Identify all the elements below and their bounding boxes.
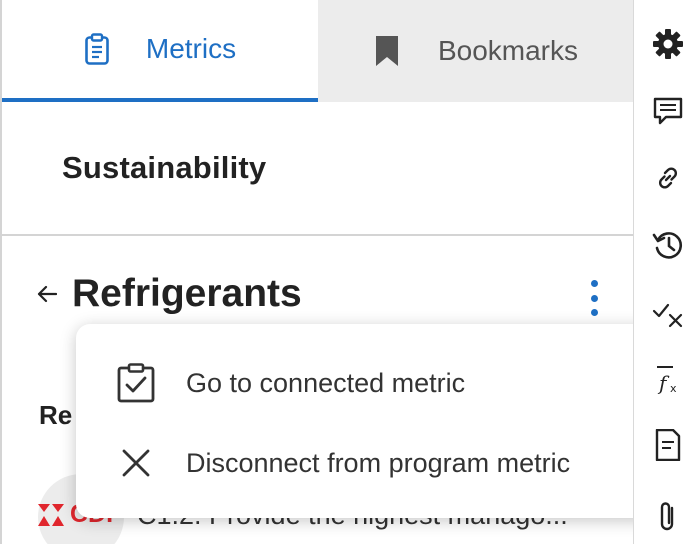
context-menu: Go to connected metric Disconnect from p… (76, 324, 633, 518)
back-arrow-icon[interactable] (34, 281, 60, 307)
link-icon[interactable] (651, 161, 685, 195)
menu-item-label: Disconnect from program metric (186, 447, 571, 478)
svg-text:f: f (657, 371, 670, 395)
right-toolbar: f x (633, 0, 700, 544)
close-icon (114, 441, 158, 485)
svg-text:x: x (670, 382, 677, 395)
document-icon[interactable] (651, 428, 685, 462)
bookmark-icon (374, 35, 400, 67)
menu-item-disconnect-from-program-metric[interactable]: Disconnect from program metric (76, 423, 633, 503)
tab-bar: Metrics Bookmarks (2, 0, 633, 102)
section-title: Sustainability (62, 150, 267, 185)
menu-item-label: Go to connected metric (186, 367, 466, 398)
check-x-icon[interactable] (651, 296, 685, 330)
main-panel: Metrics Bookmarks Sustainability Refrige… (0, 0, 633, 544)
divider (2, 234, 633, 236)
tab-bookmarks[interactable]: Bookmarks (318, 0, 633, 102)
history-icon[interactable] (651, 228, 685, 262)
menu-item-go-to-connected-metric[interactable]: Go to connected metric (76, 343, 633, 423)
tab-bookmarks-label: Bookmarks (437, 35, 579, 66)
clipboard-icon (84, 33, 110, 65)
clipboard-check-icon (114, 361, 158, 405)
tab-metrics-label: Metrics (145, 33, 237, 64)
kebab-menu-icon[interactable] (582, 280, 606, 316)
comment-icon[interactable] (651, 94, 685, 128)
paperclip-icon[interactable] (651, 500, 685, 534)
tab-metrics[interactable]: Metrics (2, 0, 318, 102)
metric-header: Refrigerants (34, 272, 302, 316)
gear-icon[interactable] (651, 27, 685, 61)
formula-icon[interactable]: f x (651, 363, 685, 397)
metric-title: Refrigerants (72, 272, 302, 315)
section-heading-partial: Re (39, 400, 73, 430)
